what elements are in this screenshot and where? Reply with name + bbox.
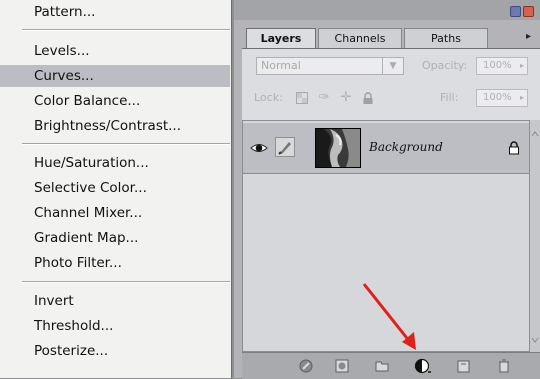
new-group-icon[interactable] <box>374 358 390 374</box>
trash-icon[interactable] <box>496 358 512 374</box>
fill-value: 100% <box>483 92 512 103</box>
red-arrow-annotation <box>362 283 416 350</box>
opacity-value: 100% <box>483 60 512 71</box>
palette-menu-icon[interactable]: ▸ <box>526 31 531 42</box>
chevron-right-icon: ▸ <box>519 61 524 70</box>
eye-icon[interactable] <box>249 138 269 158</box>
menu-item-selective-color[interactable]: Selective Color... <box>0 177 230 199</box>
menu-separator <box>22 29 230 31</box>
lock-pixels-icon[interactable]: ✑ <box>316 89 332 107</box>
close-button[interactable] <box>523 6 534 17</box>
new-layer-icon[interactable] <box>456 358 472 374</box>
tab-paths[interactable]: Paths <box>404 28 488 48</box>
menu-item-channel-mixer[interactable]: Channel Mixer... <box>0 202 230 224</box>
menu-item-pattern[interactable]: Pattern... <box>0 1 230 23</box>
layer-row[interactable]: Background <box>243 123 529 174</box>
menu-separator <box>22 143 230 145</box>
lock-icon <box>507 140 521 155</box>
menu-item-curves[interactable]: Curves... <box>0 65 230 87</box>
layer-options: Normal ▼ Opacity: 100% ▸ Lock: ✑ ✛ Fill: … <box>242 48 540 127</box>
minimize-button[interactable] <box>510 6 521 17</box>
new-adjustment-layer-icon[interactable] <box>414 358 431 374</box>
lock-position-icon[interactable]: ✛ <box>338 89 354 107</box>
layer-mask-icon[interactable] <box>334 358 350 374</box>
chevron-right-icon: ▸ <box>519 93 524 102</box>
menu-item-levels[interactable]: Levels... <box>0 40 230 62</box>
layers-scrollbar[interactable] <box>530 120 540 352</box>
opacity-field[interactable]: 100% ▸ <box>476 57 528 75</box>
lock-transparency-icon[interactable] <box>294 89 310 107</box>
tab-channels[interactable]: Channels <box>318 28 402 48</box>
menu-item-invert[interactable]: Invert <box>0 290 230 312</box>
fill-label: Fill: <box>440 91 459 104</box>
menu-item-gradient-map[interactable]: Gradient Map... <box>0 227 230 249</box>
menu-item-color-balance[interactable]: Color Balance... <box>0 90 230 112</box>
layer-thumbnail <box>315 128 361 168</box>
adjustments-menu: Pattern... Levels... Curves... Color Bal… <box>0 0 232 378</box>
layer-name[interactable]: Background <box>369 140 443 154</box>
chevron-down-icon: ▼ <box>382 58 403 74</box>
layers-palette: Layers Channels Paths ▸ Normal ▼ Opacity… <box>234 0 540 379</box>
opacity-label: Opacity: <box>422 59 468 72</box>
menu-item-brightness-contrast[interactable]: Brightness/Contrast... <box>0 115 230 137</box>
menu-item-hue-saturation[interactable]: Hue/Saturation... <box>0 152 230 174</box>
menu-item-threshold[interactable]: Threshold... <box>0 315 230 337</box>
brush-icon <box>275 137 295 157</box>
blend-mode-select[interactable]: Normal ▼ <box>256 57 404 75</box>
lock-row: Lock: ✑ ✛ Fill: 100% ▸ <box>254 89 540 109</box>
menu-item-posterize[interactable]: Posterize... <box>0 340 230 362</box>
menu-separator <box>22 281 230 283</box>
palette-title-bar <box>234 0 540 20</box>
lock-label: Lock: <box>254 91 283 104</box>
link-layers-icon[interactable] <box>298 358 314 374</box>
tab-layers[interactable]: Layers <box>246 28 316 49</box>
lock-all-icon[interactable] <box>360 89 376 107</box>
fill-field[interactable]: 100% ▸ <box>476 89 528 107</box>
blend-mode-value: Normal <box>261 59 301 72</box>
menu-item-photo-filter[interactable]: Photo Filter... <box>0 252 230 274</box>
